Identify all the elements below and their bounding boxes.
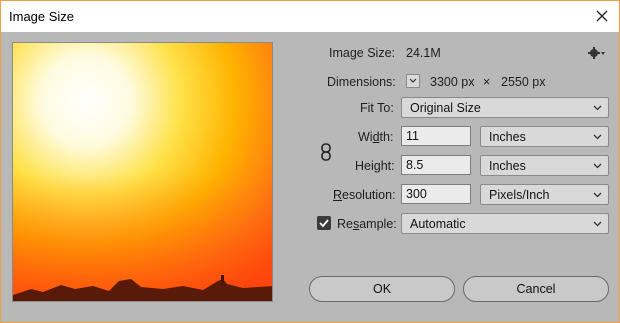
fit-to-value: Original Size: [410, 100, 481, 115]
height-value: 8.5: [406, 158, 424, 172]
height-label: Height:: [355, 159, 395, 173]
dimensions-units-dropdown[interactable]: [406, 74, 420, 88]
cancel-button-label: Cancel: [516, 282, 556, 296]
height-input[interactable]: 8.5: [401, 155, 471, 175]
chevron-down-icon: [593, 105, 602, 111]
dimensions-height: 2550 px: [501, 75, 546, 89]
chevron-down-icon: [593, 134, 602, 140]
dimensions-label: Dimensions:: [327, 75, 396, 89]
width-label: Width:: [358, 130, 394, 144]
image-preview[interactable]: [12, 42, 273, 302]
resolution-label: Resolution:: [333, 188, 396, 202]
dimensions-times: ×: [483, 75, 491, 89]
width-input[interactable]: 11: [401, 126, 471, 146]
settings-menu-button[interactable]: [588, 46, 606, 60]
fit-to-select[interactable]: Original Size: [401, 97, 609, 118]
resolution-unit-select[interactable]: Pixels/Inch: [480, 184, 609, 205]
sunset-preview-image: [13, 43, 272, 301]
close-icon: [596, 10, 608, 22]
link-icon: [321, 143, 331, 161]
fit-to-label: Fit To:: [360, 101, 394, 115]
image-size-dialog: Image Size Image Size: 24.1M Dimensions:…: [0, 0, 620, 323]
resample-checkbox[interactable]: [317, 216, 331, 230]
resolution-unit-value: Pixels/Inch: [489, 187, 550, 202]
close-button[interactable]: [591, 6, 613, 26]
dimensions-width: 3300 px: [430, 75, 475, 89]
height-unit-value: Inches: [489, 158, 526, 173]
chevron-down-icon: [593, 192, 602, 198]
resample-method-value: Automatic: [410, 216, 466, 231]
gear-icon: [588, 47, 605, 59]
chevron-down-icon: [593, 221, 602, 227]
title-bar[interactable]: Image Size: [1, 1, 619, 32]
width-unit-value: Inches: [489, 129, 526, 144]
ok-button[interactable]: OK: [309, 276, 455, 302]
resolution-input[interactable]: 300: [401, 184, 471, 204]
dialog-title: Image Size: [9, 9, 75, 24]
resample-label: Resample:: [337, 217, 397, 231]
width-value: 11: [406, 129, 419, 143]
resample-method-select[interactable]: Automatic: [401, 213, 609, 234]
height-unit-select[interactable]: Inches: [480, 155, 609, 176]
ok-button-label: OK: [372, 282, 392, 296]
constrain-proportions-toggle[interactable]: [320, 143, 332, 161]
checkmark-icon: [319, 219, 329, 228]
image-size-value: 24.1M: [406, 46, 441, 60]
resolution-value: 300: [406, 187, 427, 201]
width-unit-select[interactable]: Inches: [480, 126, 609, 147]
cancel-button[interactable]: Cancel: [463, 276, 609, 302]
chevron-down-icon: [409, 78, 417, 83]
chevron-down-icon: [593, 163, 602, 169]
image-size-label: Image Size:: [329, 46, 396, 60]
